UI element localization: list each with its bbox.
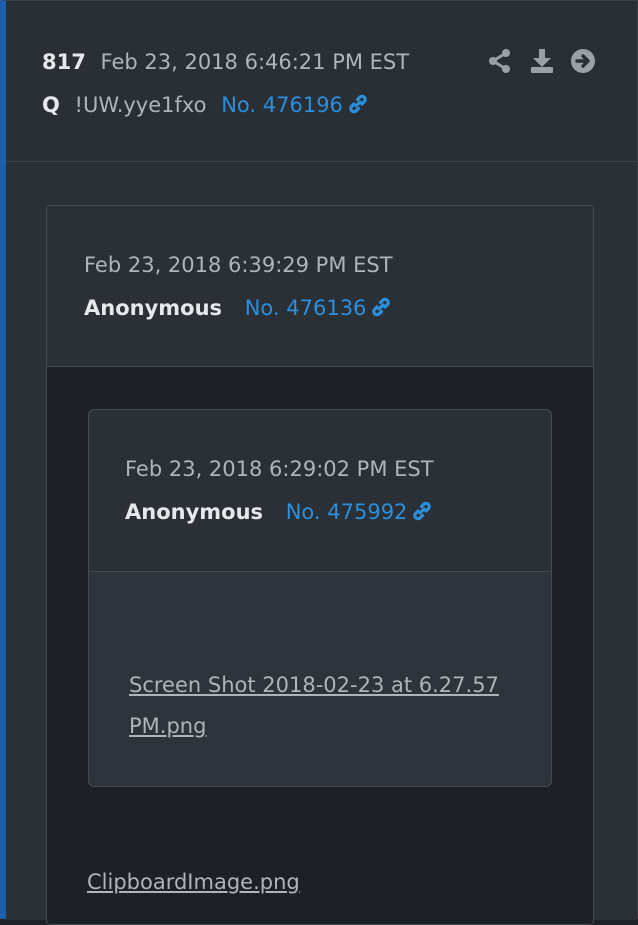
quoted-post-author-row: Anonymous No. 476136: [84, 293, 392, 326]
nested-quoted-post-author: Anonymous: [125, 500, 264, 524]
arrow-circle-right-icon[interactable]: [570, 48, 596, 78]
link-icon: [370, 296, 392, 326]
link-icon: [347, 93, 369, 123]
post-body: Feb 23, 2018 6:39:29 PM EST Anonymous No…: [6, 162, 637, 925]
nested-quoted-post-header: Feb 23, 2018 6:29:02 PM EST Anonymous No…: [89, 410, 551, 572]
post-number: 817: [42, 50, 86, 74]
quoted-post-header: Feb 23, 2018 6:39:29 PM EST Anonymous No…: [47, 206, 593, 367]
q-post: 817 Feb 23, 2018 6:46:21 PM EST Q !UW.yy…: [0, 0, 638, 925]
link-icon: [411, 500, 433, 530]
post-author-row: Q !UW.yye1fxo No. 476196: [42, 90, 369, 123]
post-timestamp: Feb 23, 2018 6:46:21 PM EST: [100, 50, 410, 74]
nested-attachment-link[interactable]: Screen Shot 2018-02-23 at 6.27.57 PM.png: [129, 665, 509, 747]
attachment-link[interactable]: ClipboardImage.png: [87, 867, 300, 897]
nested-quoted-post-number-link-label: No. 475992: [285, 500, 408, 524]
nested-quoted-post-author-row: Anonymous No. 475992: [125, 497, 433, 530]
share-icon[interactable]: [488, 48, 512, 78]
download-icon[interactable]: [530, 48, 554, 78]
post-actions: [482, 48, 602, 76]
nested-quoted-post: Feb 23, 2018 6:29:02 PM EST Anonymous No…: [88, 409, 552, 787]
post-number-link-label: No. 476196: [221, 93, 343, 117]
quoted-post-number-link-label: No. 476136: [244, 296, 367, 320]
post-tripcode: !UW.yye1fxo: [74, 93, 207, 117]
post-number-link[interactable]: No. 476196: [221, 93, 369, 117]
quoted-post: Feb 23, 2018 6:39:29 PM EST Anonymous No…: [46, 205, 594, 925]
nested-quoted-post-timestamp: Feb 23, 2018 6:29:02 PM EST: [125, 457, 434, 481]
post-meta-row: 817 Feb 23, 2018 6:46:21 PM EST: [42, 47, 409, 77]
quoted-post-number-link[interactable]: No. 476136: [245, 296, 393, 320]
post-author: Q: [42, 93, 60, 117]
nested-quoted-post-number-link[interactable]: No. 475992: [286, 500, 434, 524]
quoted-post-author: Anonymous: [84, 296, 223, 320]
quoted-post-timestamp: Feb 23, 2018 6:39:29 PM EST: [84, 253, 393, 277]
post-header: 817 Feb 23, 2018 6:46:21 PM EST Q !UW.yy…: [6, 1, 637, 162]
